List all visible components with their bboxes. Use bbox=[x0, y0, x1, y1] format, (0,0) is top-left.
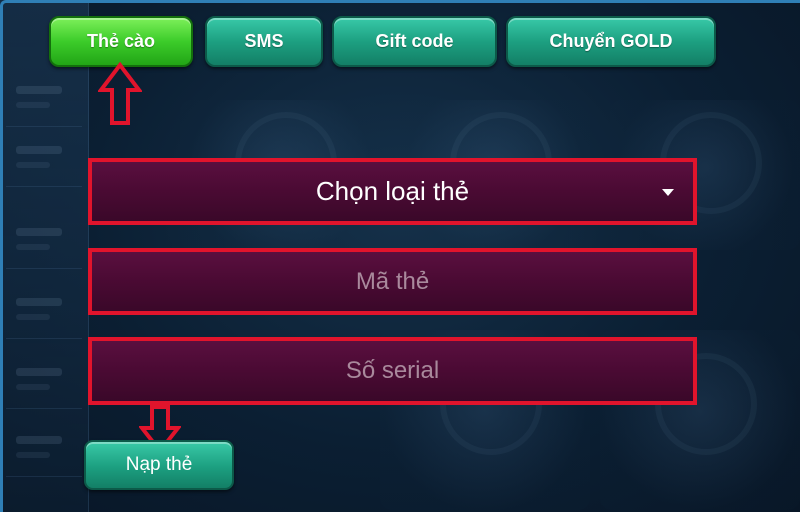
tab-label: SMS bbox=[244, 31, 284, 51]
card-type-select[interactable]: Chọn loại thẻ bbox=[88, 158, 697, 225]
background-sidebar-row bbox=[6, 130, 82, 187]
background-sidebar-row bbox=[6, 282, 82, 339]
serial-field bbox=[88, 337, 697, 405]
chevron-down-icon bbox=[662, 188, 674, 196]
serial-input[interactable] bbox=[92, 341, 693, 401]
arrow-up-icon bbox=[98, 62, 142, 125]
tab-label: Thẻ cào bbox=[86, 31, 156, 51]
background-sidebar-row bbox=[6, 70, 82, 127]
background-sidebar-row bbox=[6, 420, 82, 477]
top-up-button[interactable]: Nạp thẻ bbox=[84, 440, 234, 490]
background-sidebar-row bbox=[6, 212, 82, 269]
tab-transfer-gold[interactable]: Chuyển GOLD bbox=[506, 16, 716, 67]
tab-label: Chuyển GOLD bbox=[549, 31, 673, 51]
top-up-button-label: Nạp thẻ bbox=[125, 454, 193, 475]
card-type-select-label: Chọn loại thẻ bbox=[315, 176, 470, 206]
tab-label: Gift code bbox=[375, 31, 454, 51]
background-sidebar bbox=[0, 0, 89, 512]
tab-sms[interactable]: SMS bbox=[205, 16, 323, 67]
background-sidebar-row bbox=[6, 352, 82, 409]
card-code-field bbox=[88, 248, 697, 315]
tab-scratch-card[interactable]: Thẻ cào bbox=[49, 16, 193, 67]
card-code-input[interactable] bbox=[92, 252, 693, 311]
tab-gift-code[interactable]: Gift code bbox=[332, 16, 497, 67]
